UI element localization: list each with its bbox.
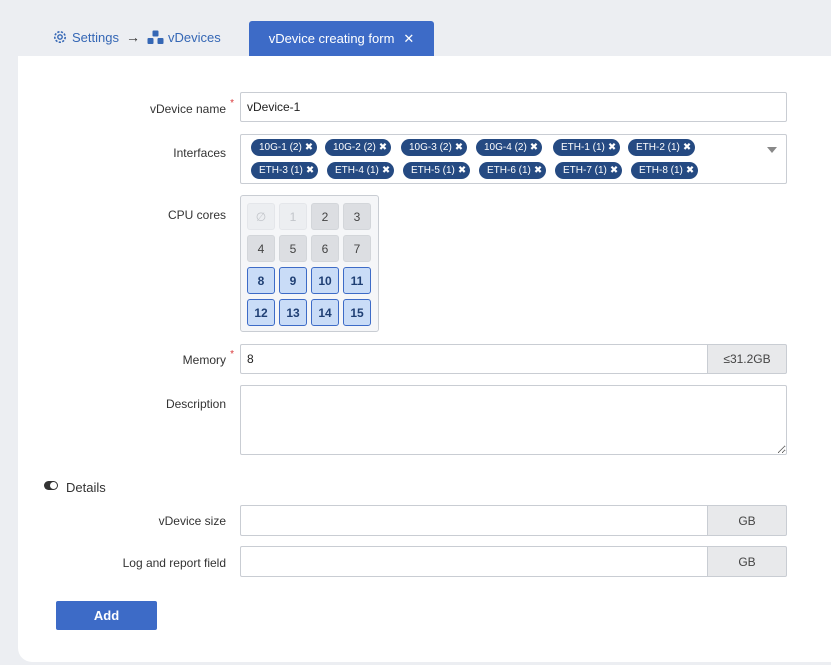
- details-label[interactable]: Details: [66, 480, 106, 495]
- cpu-core-5[interactable]: 5: [279, 235, 307, 262]
- cpu-core-4[interactable]: 4: [247, 235, 275, 262]
- tab-vdevice-form[interactable]: vDevice creating form ✕: [249, 21, 434, 56]
- required-marker: *: [230, 349, 234, 360]
- interface-chip-label: ETH-6 (1): [487, 165, 531, 176]
- interface-chip: 10G-2 (2) ✖: [325, 139, 392, 156]
- interface-chip-label: ETH-7 (1): [563, 165, 607, 176]
- name-label: vDevice name *: [149, 98, 234, 116]
- cpu-core-13[interactable]: 13: [279, 299, 307, 326]
- cpu-core-0: ∅: [247, 203, 275, 230]
- description-textarea[interactable]: [240, 385, 787, 455]
- cpu-cores-grid: ∅ 1 2 3 4 5 6 7 8 9 10 11 12 13 14 15: [240, 195, 379, 332]
- remove-chip-icon[interactable]: ✖: [530, 142, 538, 153]
- cpu-core-12[interactable]: 12: [247, 299, 275, 326]
- close-icon[interactable]: ✕: [403, 31, 414, 47]
- cpu-core-6[interactable]: 6: [311, 235, 339, 262]
- remove-chip-icon[interactable]: ✖: [458, 165, 466, 176]
- required-marker: *: [230, 98, 234, 109]
- breadcrumb: Settings → vDevices: [52, 29, 221, 45]
- cpu-label: CPU cores: [167, 208, 226, 222]
- memory-input[interactable]: 8: [240, 344, 708, 374]
- cpu-core-11[interactable]: 11: [343, 267, 371, 294]
- log-report-unit: GB: [707, 546, 787, 577]
- chevron-down-icon[interactable]: [767, 147, 777, 153]
- interface-chip-label: 10G-1 (2): [259, 142, 302, 153]
- remove-chip-icon[interactable]: ✖: [306, 165, 314, 176]
- memory-limit-addon: ≤31.2GB: [707, 344, 787, 374]
- interface-chip-label: 10G-2 (2): [333, 142, 376, 153]
- description-label: Description: [165, 397, 226, 411]
- cpu-core-10[interactable]: 10: [311, 267, 339, 294]
- cpu-core-14[interactable]: 14: [311, 299, 339, 326]
- interface-chip: ETH-2 (1) ✖: [628, 139, 696, 156]
- interface-chip-label: ETH-8 (1): [639, 165, 683, 176]
- vdevice-name-input[interactable]: vDevice-1: [240, 92, 787, 122]
- remove-chip-icon[interactable]: ✖: [382, 165, 390, 176]
- cpu-core-1: 1: [279, 203, 307, 230]
- remove-chip-icon[interactable]: ✖: [610, 165, 618, 176]
- interface-chip-label: ETH-3 (1): [259, 165, 303, 176]
- remove-chip-icon[interactable]: ✖: [305, 142, 313, 153]
- gear-icon[interactable]: [52, 29, 68, 45]
- remove-chip-icon[interactable]: ✖: [534, 165, 542, 176]
- interface-chip-label: ETH-5 (1): [411, 165, 455, 176]
- breadcrumb-settings[interactable]: Settings: [72, 30, 119, 45]
- interface-chip: ETH-3 (1) ✖: [251, 162, 319, 179]
- vdevices-icon: [147, 30, 164, 45]
- cpu-core-2[interactable]: 2: [311, 203, 339, 230]
- vdevice-size-input[interactable]: [240, 505, 708, 536]
- interface-chip-label: 10G-4 (2): [484, 142, 527, 153]
- vdevice-size-unit: GB: [707, 505, 787, 536]
- interface-chip-label: ETH-4 (1): [335, 165, 379, 176]
- vdevice-size-label: vDevice size: [158, 514, 226, 528]
- log-report-input[interactable]: [240, 546, 708, 577]
- interface-chip-label: ETH-2 (1): [636, 142, 680, 153]
- remove-chip-icon[interactable]: ✖: [608, 142, 616, 153]
- memory-label: Memory *: [182, 349, 234, 367]
- interfaces-label: Interfaces: [173, 146, 226, 160]
- top-bar: Settings → vDevices vDevice creating for…: [0, 0, 831, 56]
- interface-chip: ETH-5 (1) ✖: [403, 162, 471, 179]
- interface-chip-label: ETH-1 (1): [561, 142, 605, 153]
- cpu-core-9[interactable]: 9: [279, 267, 307, 294]
- interfaces-select[interactable]: 10G-1 (2) ✖ 10G-2 (2) ✖ 10G-3 (2) ✖ 10G-4 (2) ✖…: [240, 134, 787, 184]
- cpu-core-3[interactable]: 3: [343, 203, 371, 230]
- interface-chip: 10G-3 (2) ✖: [401, 139, 468, 156]
- interface-chip: 10G-1 (2) ✖: [251, 139, 318, 156]
- breadcrumb-vdevices[interactable]: vDevices: [168, 30, 221, 45]
- cpu-core-7[interactable]: 7: [343, 235, 371, 262]
- toggle-icon[interactable]: [44, 481, 58, 490]
- interface-chip: 10G-4 (2) ✖: [476, 139, 543, 156]
- interface-chip: ETH-1 (1) ✖: [553, 139, 621, 156]
- interface-chip: ETH-7 (1) ✖: [555, 162, 623, 179]
- log-report-label: Log and report field: [122, 556, 226, 570]
- remove-chip-icon[interactable]: ✖: [683, 142, 691, 153]
- interface-chip: ETH-6 (1) ✖: [479, 162, 547, 179]
- interface-chip: ETH-8 (1) ✖: [631, 162, 699, 179]
- interface-chip-label: 10G-3 (2): [409, 142, 452, 153]
- add-button[interactable]: Add: [56, 601, 157, 630]
- arrow-right-icon: →: [125, 29, 140, 45]
- interface-chip: ETH-4 (1) ✖: [327, 162, 395, 179]
- cpu-core-15[interactable]: 15: [343, 299, 371, 326]
- remove-chip-icon[interactable]: ✖: [686, 165, 694, 176]
- cpu-core-8[interactable]: 8: [247, 267, 275, 294]
- remove-chip-icon[interactable]: ✖: [455, 142, 463, 153]
- tab-title: vDevice creating form: [268, 31, 395, 46]
- remove-chip-icon[interactable]: ✖: [379, 142, 387, 153]
